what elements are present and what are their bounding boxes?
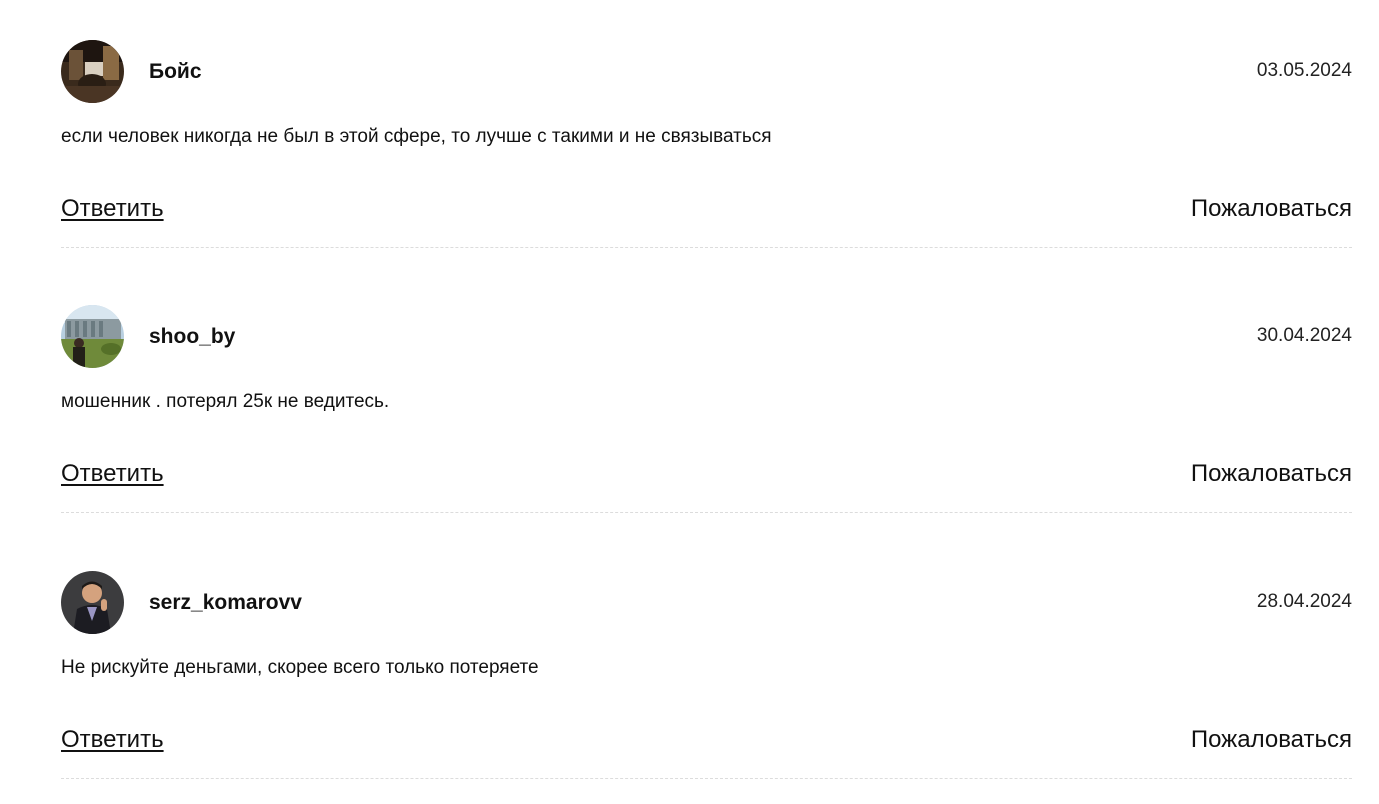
- avatar-photo-icon: [61, 40, 124, 103]
- report-link[interactable]: Пожаловаться: [1191, 459, 1352, 489]
- comment-text: Не рискуйте деньгами, скорее всего тольк…: [61, 657, 539, 678]
- comment-item: Бойс 03.05.2024 если человек никогда не …: [61, 40, 1352, 248]
- user-avatar[interactable]: [61, 305, 124, 368]
- avatar-photo-icon: [61, 571, 124, 634]
- comment-header: Бойс 03.05.2024: [61, 40, 1352, 103]
- comment-item: serz_komarovv 28.04.2024 Не рискуйте ден…: [61, 571, 1352, 779]
- comment-header: serz_komarovv 28.04.2024: [61, 571, 1352, 634]
- comment-text: мошенник . потерял 25к не ведитесь.: [61, 391, 390, 412]
- comment-author: shoo_by: [149, 325, 236, 348]
- reply-link[interactable]: Ответить: [61, 459, 164, 489]
- report-link[interactable]: Пожаловаться: [1191, 194, 1352, 224]
- report-link[interactable]: Пожаловаться: [1191, 725, 1352, 755]
- user-avatar[interactable]: [61, 40, 124, 103]
- comment-header: shoo_by 30.04.2024: [61, 305, 1352, 368]
- comment-date: 28.04.2024: [1256, 591, 1352, 612]
- comments-list: Бойс 03.05.2024 если человек никогда не …: [0, 0, 1379, 804]
- user-avatar[interactable]: [61, 571, 124, 634]
- comment-date: 03.05.2024: [1256, 60, 1352, 81]
- reply-link[interactable]: Ответить: [61, 194, 164, 224]
- comment-item: shoo_by 30.04.2024 мошенник . потерял 25…: [61, 305, 1352, 513]
- comment-text: если человек никогда не был в этой сфере…: [61, 126, 772, 147]
- comment-date: 30.04.2024: [1256, 325, 1352, 346]
- comment-author: Бойс: [149, 60, 202, 83]
- comment-author: serz_komarovv: [149, 591, 302, 614]
- reply-link[interactable]: Ответить: [61, 725, 164, 755]
- avatar-photo-icon: [61, 305, 124, 368]
